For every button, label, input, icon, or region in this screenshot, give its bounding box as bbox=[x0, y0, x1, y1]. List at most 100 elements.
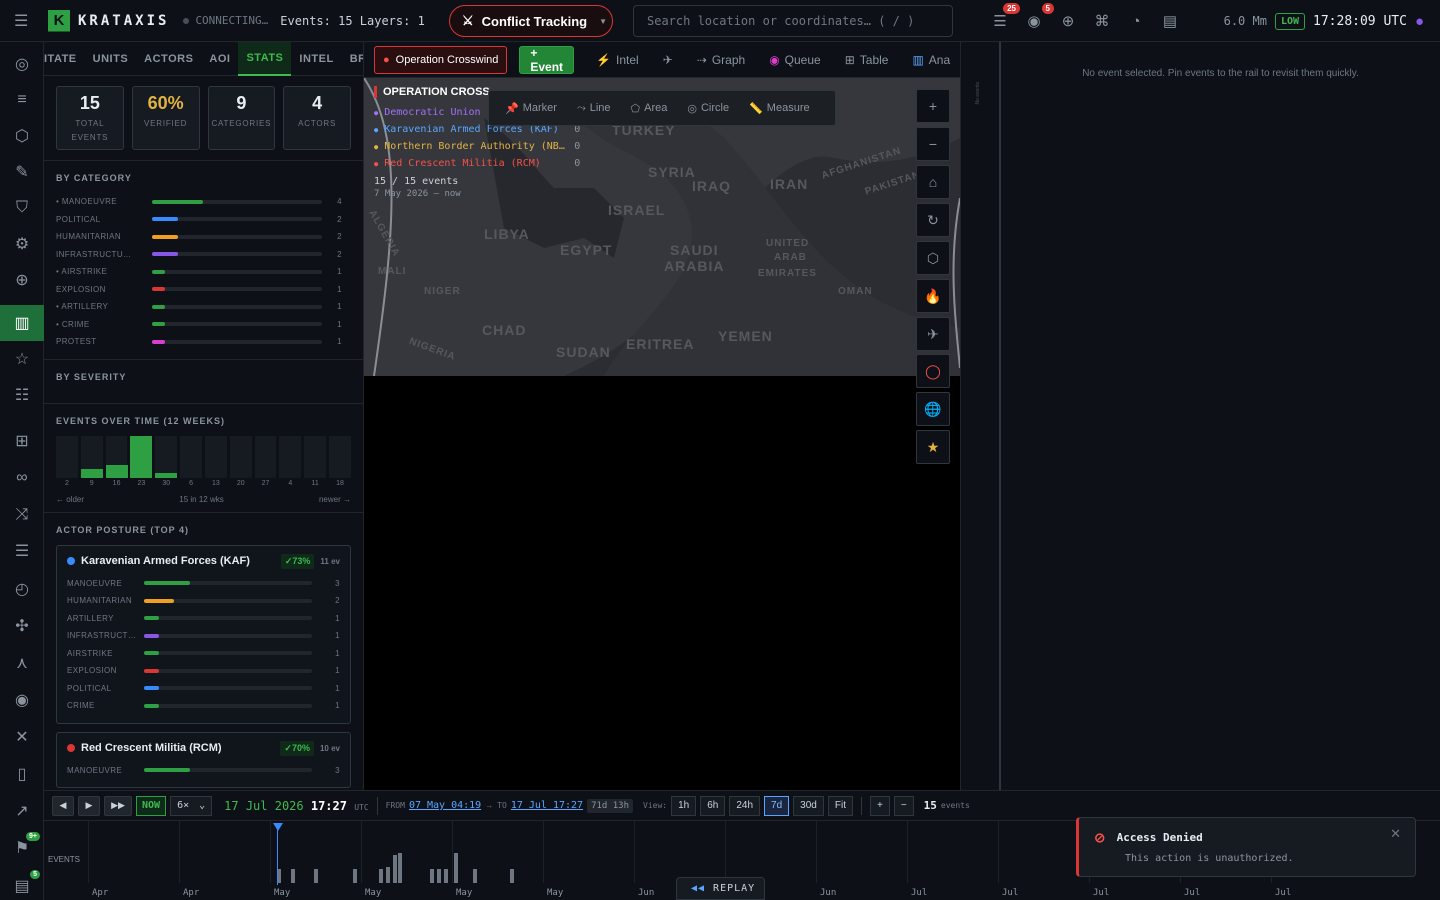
star-icon[interactable]: ☆ bbox=[0, 341, 44, 377]
stats-icon[interactable]: ▥ bbox=[0, 305, 44, 341]
week-bar[interactable] bbox=[304, 435, 327, 478]
tab-intel[interactable]: INTEL bbox=[291, 42, 341, 76]
area-tool[interactable]: ⬠ Area bbox=[623, 102, 676, 115]
category-row[interactable]: • ARTILLERY 1 bbox=[56, 298, 351, 316]
category-row[interactable]: INFRASTRUCTU… 2 bbox=[56, 246, 351, 264]
view-6h-button[interactable]: 6h bbox=[700, 795, 726, 816]
satellite-button[interactable]: ✈ bbox=[653, 46, 683, 74]
doc-list-icon[interactable]: ▤ 5 bbox=[0, 868, 44, 900]
week-bar[interactable] bbox=[155, 435, 178, 478]
radar-icon[interactable]: ◉ bbox=[0, 682, 44, 718]
from-date[interactable]: 07 May 04:19 bbox=[409, 800, 481, 811]
table-button[interactable]: ⊞ Table bbox=[835, 46, 899, 74]
category-row[interactable]: • AIRSTRIKE 1 bbox=[56, 263, 351, 281]
flag-icon[interactable]: ⚑ 9+ bbox=[0, 830, 44, 866]
timeline-event-bar[interactable] bbox=[430, 869, 434, 883]
globe-icon[interactable]: 🌐 bbox=[916, 392, 950, 426]
legend-row[interactable]: ● Red Crescent Militia (RCM) 0 bbox=[374, 155, 604, 172]
menu-icon[interactable]: ☰ bbox=[14, 11, 40, 31]
queue-button[interactable]: ◉ Queue bbox=[759, 46, 831, 74]
add-circle-icon[interactable]: ⊕ bbox=[1058, 11, 1078, 31]
document-icon[interactable]: ▯ bbox=[0, 756, 44, 792]
tab-units[interactable]: UNITS bbox=[85, 42, 137, 76]
graph-button[interactable]: ⇢ Graph bbox=[687, 46, 755, 74]
threat-level-badge[interactable]: LOW bbox=[1274, 12, 1306, 30]
pencil-icon[interactable]: ✎ bbox=[0, 154, 44, 190]
timeline-event-bar[interactable] bbox=[353, 869, 357, 883]
star-icon[interactable]: ★ bbox=[916, 430, 950, 464]
layers-icon[interactable]: ☰ 25 bbox=[990, 3, 1020, 31]
timeline-event-bar[interactable] bbox=[454, 853, 458, 883]
link-icon[interactable]: ∞ bbox=[0, 460, 44, 496]
tab-actors[interactable]: ACTORS bbox=[136, 42, 201, 76]
step-back-button[interactable]: ◀ bbox=[52, 795, 74, 816]
timeline-event-bar[interactable] bbox=[393, 855, 397, 883]
hexagon-icon[interactable]: ⬡ bbox=[916, 241, 950, 275]
week-bar[interactable] bbox=[80, 435, 103, 478]
filter-icon[interactable]: ☰ bbox=[0, 533, 44, 569]
intel-button[interactable]: ⚡ Intel bbox=[586, 46, 649, 74]
trend-icon[interactable]: ↗ bbox=[0, 793, 44, 829]
rotate-icon[interactable]: ↻ bbox=[916, 203, 950, 237]
analytics-button[interactable]: ▥ Ana bbox=[902, 46, 960, 74]
week-bar[interactable] bbox=[279, 435, 302, 478]
timeline-event-bar[interactable] bbox=[379, 869, 383, 883]
gauge-icon[interactable]: ◴ bbox=[0, 571, 44, 607]
category-row[interactable]: POLITICAL 2 bbox=[56, 211, 351, 229]
timeline-zoom-in[interactable]: + bbox=[869, 795, 890, 816]
add-event-button[interactable]: + Event bbox=[519, 45, 575, 74]
drone-icon[interactable]: ✣ bbox=[0, 608, 44, 644]
operation-button[interactable]: ● Operation Crosswind bbox=[374, 45, 508, 74]
speed-select[interactable]: 6× ⌄ bbox=[170, 795, 213, 816]
category-row[interactable]: HUMANITARIAN 2 bbox=[56, 228, 351, 246]
timeline-event-bar[interactable] bbox=[398, 853, 402, 883]
tab-state[interactable]: ITATE bbox=[44, 42, 85, 76]
week-bar[interactable] bbox=[254, 435, 277, 478]
actor-card[interactable]: Karavenian Armed Forces (KAF) ✓73% 11 ev MA… bbox=[56, 544, 351, 724]
cube-icon[interactable]: ⬡ bbox=[0, 118, 44, 154]
toast-close-icon[interactable]: ✕ bbox=[1390, 826, 1401, 842]
week-bar[interactable] bbox=[56, 435, 78, 478]
view-30d-button[interactable]: 30d bbox=[793, 795, 824, 816]
week-bar[interactable] bbox=[204, 435, 227, 478]
replay-button[interactable]: ◀◀ REPLAY bbox=[676, 877, 765, 900]
actor-card[interactable]: Red Crescent Militia (RCM) ✓70% 10 ev MANOE… bbox=[56, 731, 351, 788]
list-icon[interactable]: ▤ bbox=[1160, 11, 1180, 31]
grid-icon[interactable]: ⊞ bbox=[0, 423, 44, 459]
line-tool[interactable]: ⤳ Line bbox=[569, 102, 619, 115]
timeline-event-bar[interactable] bbox=[444, 869, 448, 883]
category-row[interactable]: • CRIME 1 bbox=[56, 316, 351, 334]
view-7d-button[interactable]: 7d bbox=[764, 795, 790, 816]
target-icon[interactable]: ◎ bbox=[0, 46, 44, 82]
week-bar[interactable] bbox=[229, 435, 252, 478]
tab-aoi[interactable]: AOI bbox=[201, 42, 238, 76]
satellite-icon[interactable]: ✈ bbox=[916, 317, 950, 351]
robot-icon[interactable]: ⚙ bbox=[0, 226, 44, 262]
week-bar[interactable] bbox=[105, 435, 128, 478]
fire-icon[interactable]: 🔥 bbox=[916, 279, 950, 313]
shield-icon[interactable]: ⛉ bbox=[0, 190, 44, 226]
category-row[interactable]: EXPLOSION 1 bbox=[56, 281, 351, 299]
zoom-out-button[interactable]: − bbox=[916, 127, 950, 161]
view-1h-button[interactable]: 1h bbox=[671, 795, 697, 816]
category-row[interactable]: PROTEST 1 bbox=[56, 333, 351, 351]
circle-tool[interactable]: ◎ Circle bbox=[679, 102, 737, 115]
tab-browse[interactable]: BROWSI bbox=[342, 42, 363, 76]
timeline-event-bar[interactable] bbox=[291, 869, 295, 883]
now-button[interactable]: NOW bbox=[136, 795, 167, 816]
timeline-event-bar[interactable] bbox=[314, 869, 318, 883]
timeline-event-bar[interactable] bbox=[437, 869, 441, 883]
category-row[interactable]: • MANOEUVRE 4 bbox=[56, 193, 351, 211]
checklist-icon[interactable]: ☷ bbox=[0, 377, 44, 413]
view-Fit-button[interactable]: Fit bbox=[827, 795, 853, 816]
home-icon[interactable]: ⌂ bbox=[916, 165, 950, 199]
zoom-in-button[interactable]: + bbox=[916, 89, 950, 123]
eye-icon[interactable]: ◉ 5 bbox=[1024, 3, 1054, 31]
network-icon[interactable]: ⌘ bbox=[1092, 11, 1112, 31]
fast-forward-button[interactable]: ▶▶ bbox=[104, 795, 132, 816]
play-button[interactable]: ▶ bbox=[78, 795, 100, 816]
timeline-zoom-out[interactable]: − bbox=[893, 795, 914, 816]
map-canvas[interactable]: TURKEY SYRIA IRAQ IRAN AFGHANISTAN PAKIS… bbox=[364, 78, 960, 376]
mode-selector-button[interactable]: ⚔ Conflict Tracking ▼ bbox=[449, 5, 613, 37]
week-bar[interactable] bbox=[130, 435, 153, 478]
